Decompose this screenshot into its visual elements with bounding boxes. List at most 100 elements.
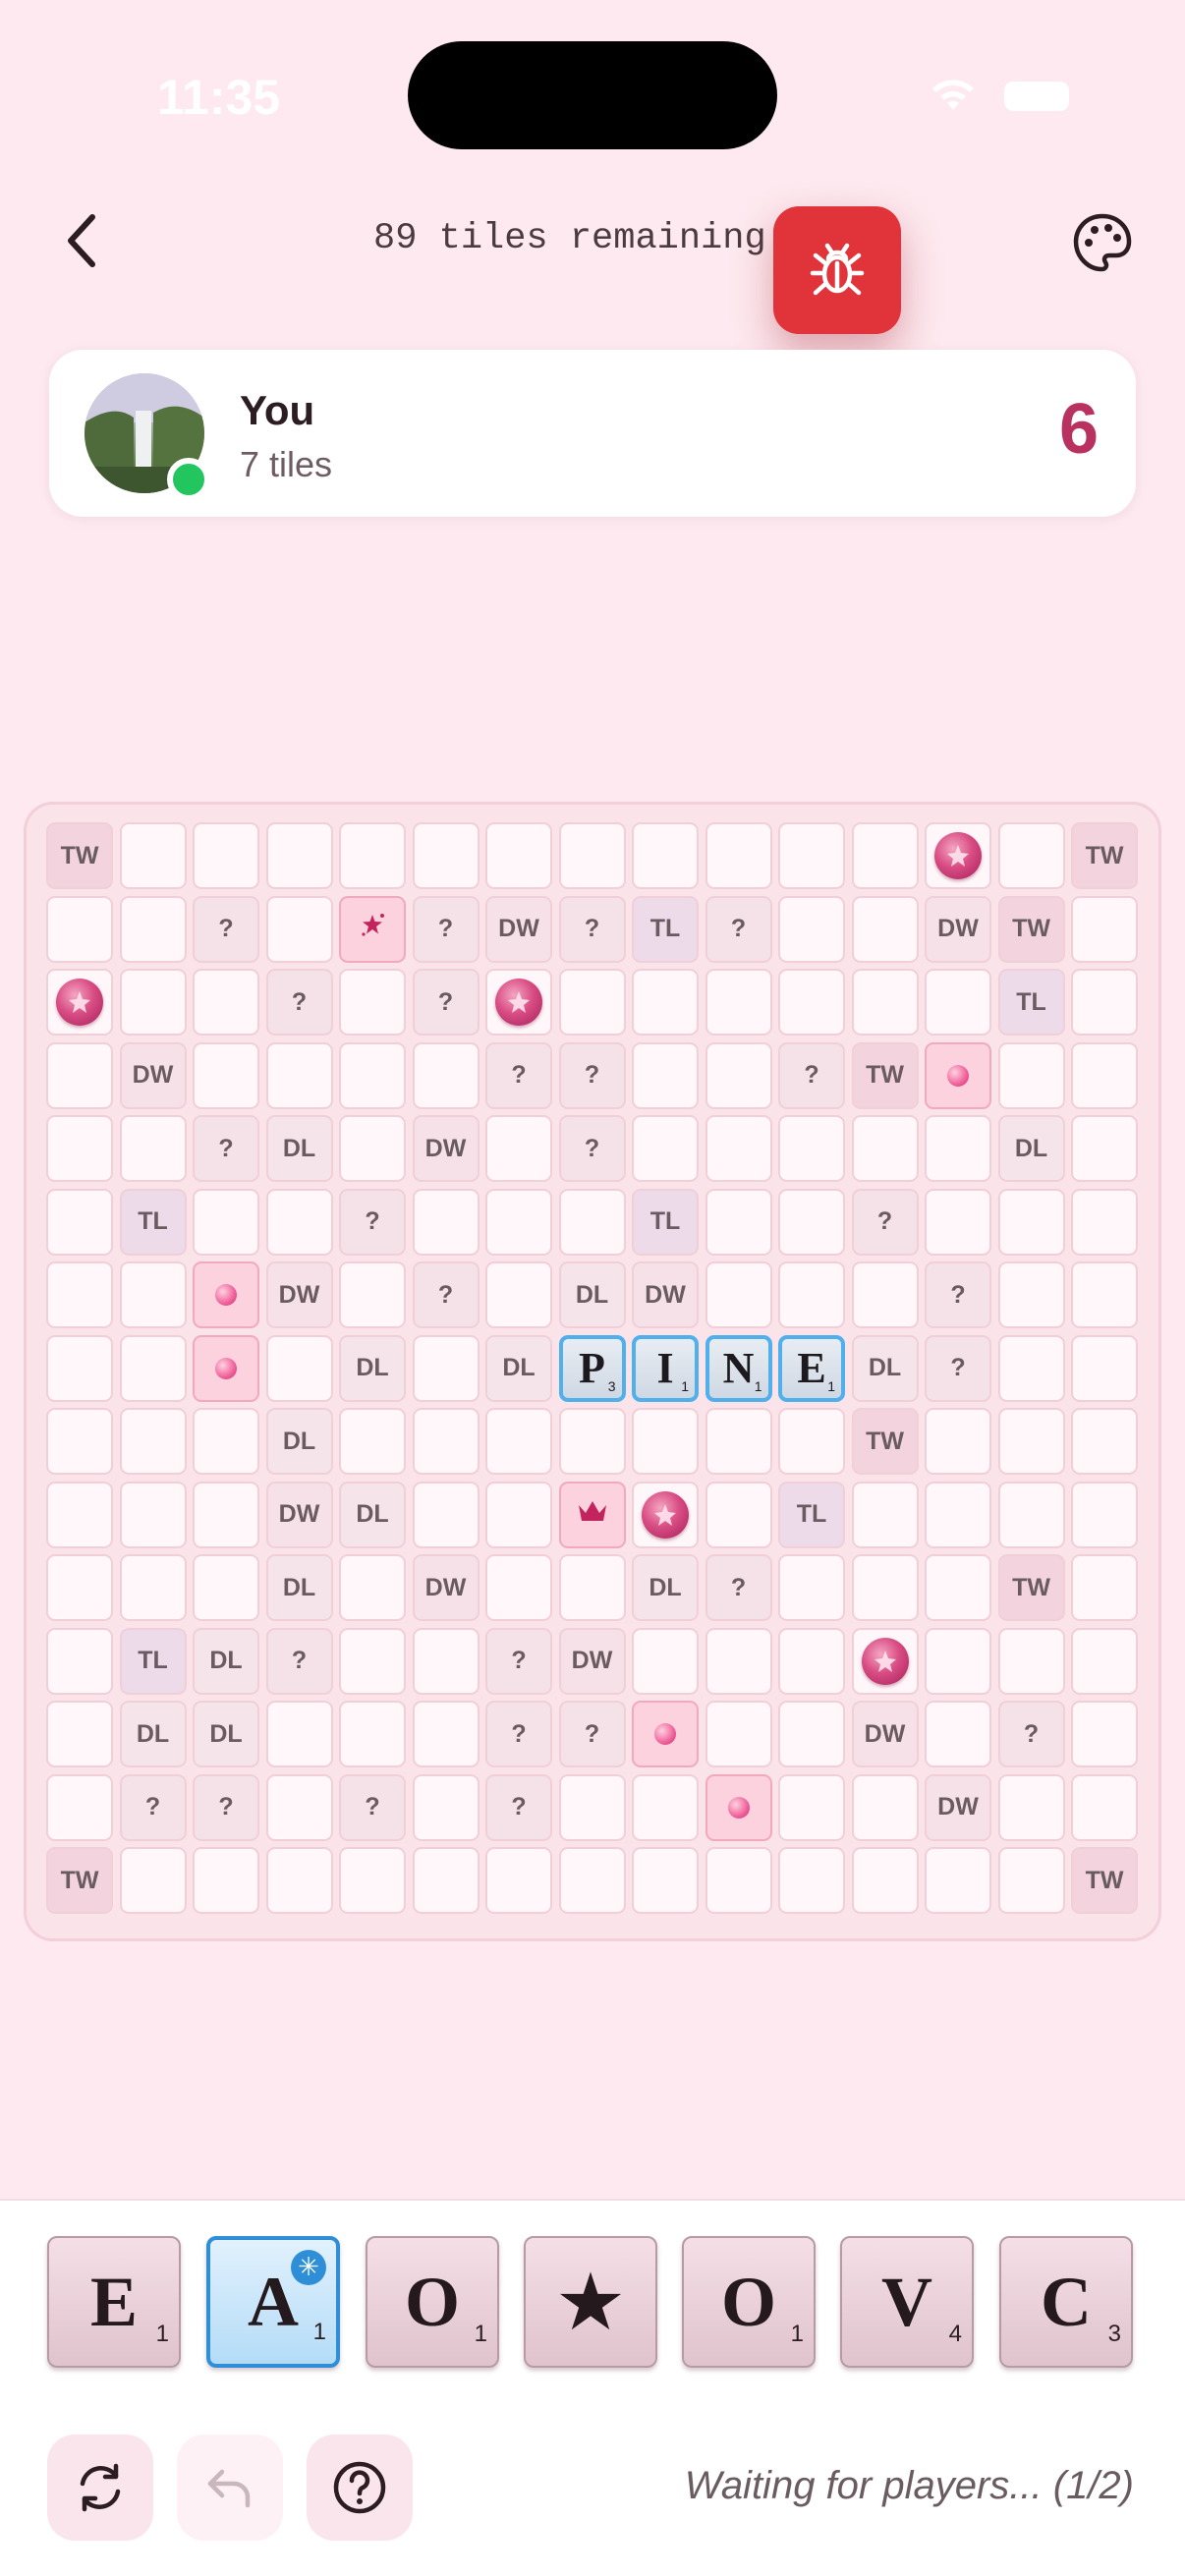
board-cell[interactable]: [193, 822, 259, 889]
board-cell[interactable]: [632, 1115, 699, 1182]
board-cell-dw[interactable]: DW: [558, 1627, 626, 1695]
board-cell[interactable]: [46, 1701, 113, 1767]
board-cell[interactable]: [778, 969, 845, 1036]
board-cell-mystery[interactable]: ?: [925, 1261, 991, 1328]
board-cell-bonus[interactable]: [851, 1627, 919, 1695]
board-cell[interactable]: [1071, 1773, 1138, 1841]
board-cell-tl[interactable]: TL: [778, 1481, 845, 1548]
board-cell[interactable]: [339, 1627, 406, 1695]
board-cell-dl[interactable]: DL: [851, 1334, 919, 1402]
board-cell[interactable]: [925, 1627, 991, 1695]
board-cell[interactable]: [265, 1773, 333, 1841]
board-cell-bonus[interactable]: [705, 1773, 772, 1841]
board-cell[interactable]: [1071, 895, 1138, 963]
board-cell[interactable]: [997, 1188, 1065, 1256]
board-cell[interactable]: [558, 1847, 626, 1914]
board-cell-dl[interactable]: DL: [265, 1115, 333, 1182]
board-cell[interactable]: [778, 1188, 845, 1256]
board-cell-tw[interactable]: TW: [997, 895, 1065, 963]
board-cell[interactable]: [997, 1481, 1065, 1548]
board-cell[interactable]: [705, 1408, 772, 1475]
board-cell[interactable]: [265, 1334, 333, 1402]
board-cell[interactable]: [119, 1115, 187, 1182]
board-cell-tw[interactable]: TW: [1071, 1847, 1138, 1914]
board-cell-mystery[interactable]: ?: [558, 1701, 626, 1767]
board-cell-mystery[interactable]: ?: [339, 1773, 406, 1841]
board-cell[interactable]: [925, 1701, 991, 1767]
board-cell[interactable]: [193, 1408, 259, 1475]
board-cell-mystery[interactable]: ?: [558, 1115, 626, 1182]
board-cell[interactable]: [778, 1115, 845, 1182]
board-cell[interactable]: [485, 1261, 552, 1328]
board-cell[interactable]: [1071, 1334, 1138, 1402]
board-cell-mystery[interactable]: ?: [851, 1188, 919, 1256]
board-cell[interactable]: [119, 822, 187, 889]
board-cell[interactable]: [705, 1261, 772, 1328]
board-cell[interactable]: [412, 1041, 480, 1109]
board-cell-mystery[interactable]: ?: [265, 969, 333, 1036]
board-cell[interactable]: [119, 1261, 187, 1328]
board-cell-mystery[interactable]: ?: [412, 1261, 480, 1328]
board-cell[interactable]: [997, 1334, 1065, 1402]
board-cell[interactable]: [778, 1701, 845, 1767]
board-cell[interactable]: [412, 822, 480, 889]
board-cell[interactable]: [339, 1115, 406, 1182]
board-cell[interactable]: [1071, 1188, 1138, 1256]
board-cell[interactable]: [193, 1481, 259, 1548]
board-cell-dl[interactable]: DL: [193, 1701, 259, 1767]
board-cell-dw[interactable]: DW: [265, 1261, 333, 1328]
board-cell[interactable]: [119, 969, 187, 1036]
board-cell[interactable]: [925, 1847, 991, 1914]
board-cell[interactable]: [339, 1701, 406, 1767]
board-cell[interactable]: [1071, 1041, 1138, 1109]
board-cell-tw[interactable]: TW: [997, 1554, 1065, 1621]
board-cell-dl[interactable]: DL: [485, 1334, 552, 1402]
board-cell[interactable]: [265, 822, 333, 889]
board-cell-mystery[interactable]: ?: [339, 1188, 406, 1256]
board-cell[interactable]: [485, 1481, 552, 1548]
board-cell[interactable]: [997, 1041, 1065, 1109]
rack-tile[interactable]: E1: [47, 2236, 181, 2368]
board-cell-mystery[interactable]: ?: [485, 1041, 552, 1109]
board-cell[interactable]: [705, 1115, 772, 1182]
board-cell-tw[interactable]: TW: [46, 1847, 113, 1914]
board-cell-mystery[interactable]: ?: [778, 1041, 845, 1109]
rack-tile[interactable]: ★: [524, 2236, 657, 2368]
board-cell-dw[interactable]: DW: [265, 1481, 333, 1548]
board-cell[interactable]: [851, 1115, 919, 1182]
board-cell-tw[interactable]: TW: [1071, 822, 1138, 889]
board-cell[interactable]: [119, 1408, 187, 1475]
board-cell-tw[interactable]: TW: [851, 1408, 919, 1475]
board-cell[interactable]: [632, 822, 699, 889]
board-cell[interactable]: [925, 1188, 991, 1256]
board-cell-bonus[interactable]: [193, 1261, 259, 1328]
help-button[interactable]: [307, 2435, 413, 2541]
board-cell[interactable]: [265, 1041, 333, 1109]
board-cell[interactable]: [485, 1408, 552, 1475]
board-cell[interactable]: [339, 1554, 406, 1621]
board-cell[interactable]: [193, 1041, 259, 1109]
board-cell[interactable]: [997, 1627, 1065, 1695]
board-cell[interactable]: [193, 1554, 259, 1621]
board-cell[interactable]: [485, 1554, 552, 1621]
board-cell[interactable]: [46, 1188, 113, 1256]
board-cell[interactable]: [485, 822, 552, 889]
board-cell-tl[interactable]: TL: [119, 1188, 187, 1256]
board-cell-dw[interactable]: DW: [485, 895, 552, 963]
board-cell[interactable]: [46, 1261, 113, 1328]
back-button[interactable]: [51, 201, 114, 280]
board-cell[interactable]: [851, 969, 919, 1036]
board-cell[interactable]: [705, 1481, 772, 1548]
board-cell-bonus[interactable]: [925, 1041, 991, 1109]
board-cell[interactable]: [558, 822, 626, 889]
board-cell[interactable]: [632, 1408, 699, 1475]
board-cell[interactable]: [778, 1261, 845, 1328]
board-cell[interactable]: [412, 1773, 480, 1841]
board-cell[interactable]: [339, 1847, 406, 1914]
board-cell[interactable]: [925, 1408, 991, 1475]
board-cell[interactable]: [1071, 1627, 1138, 1695]
board-cell-mystery[interactable]: ?: [193, 1773, 259, 1841]
board-cell[interactable]: [46, 1115, 113, 1182]
board-cell[interactable]: [778, 1554, 845, 1621]
board-cell-dw[interactable]: DW: [412, 1554, 480, 1621]
